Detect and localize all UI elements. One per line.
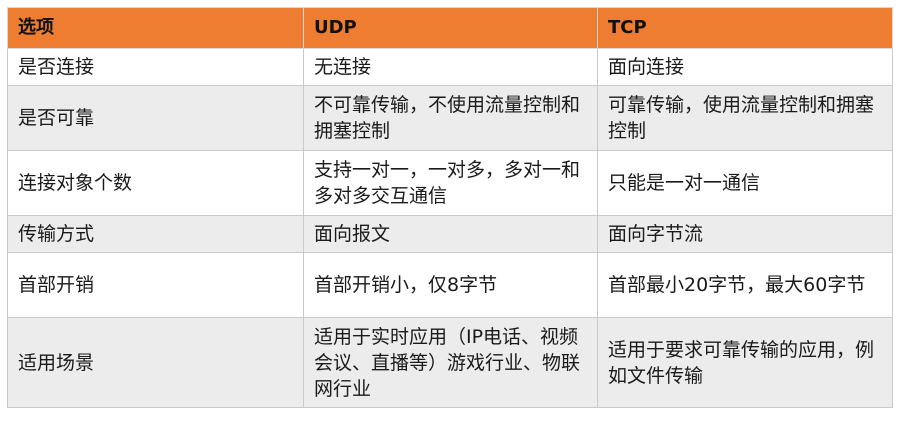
udp-cell: 支持一对一，一对多，多对一和多对多交互通信 bbox=[303, 150, 598, 216]
tcp-cell: 只能是一对一通信 bbox=[597, 150, 893, 216]
table-row: 连接对象个数 支持一对一，一对多，多对一和多对多交互通信 只能是一对一通信 bbox=[7, 150, 893, 216]
udp-cell: 适用于实时应用（IP电话、视频会议、直播等）游戏行业、物联网行业 bbox=[303, 317, 598, 408]
table-row: 是否连接 无连接 面向连接 bbox=[7, 48, 893, 86]
row-label-cell: 是否可靠 bbox=[7, 85, 304, 151]
tcp-cell: 可靠传输，使用流量控制和拥塞控制 bbox=[597, 85, 893, 151]
row-label-cell: 首部开销 bbox=[7, 252, 304, 318]
tcp-cell: 首部最小20字节，最大60字节 bbox=[597, 252, 893, 318]
table-row: 是否可靠 不可靠传输，不使用流量控制和拥塞控制 可靠传输，使用流量控制和拥塞控制 bbox=[7, 85, 893, 151]
row-label-cell: 是否连接 bbox=[7, 48, 304, 86]
header-cell-option: 选项 bbox=[7, 7, 304, 49]
row-label-cell: 连接对象个数 bbox=[7, 150, 304, 216]
header-cell-tcp: TCP bbox=[597, 7, 893, 49]
header-row: 选项 UDP TCP bbox=[7, 7, 893, 49]
tcp-cell: 适用于要求可靠传输的应用，例如文件传输 bbox=[597, 317, 893, 408]
comparison-table: 选项 UDP TCP 是否连接 无连接 面向连接 是否可靠 不可靠传输，不使用流… bbox=[7, 7, 893, 408]
row-label-cell: 适用场景 bbox=[7, 317, 304, 408]
tcp-cell: 面向字节流 bbox=[597, 215, 893, 253]
udp-cell: 首部开销小，仅8字节 bbox=[303, 252, 598, 318]
table-row: 适用场景 适用于实时应用（IP电话、视频会议、直播等）游戏行业、物联网行业 适用… bbox=[7, 317, 893, 408]
udp-cell: 无连接 bbox=[303, 48, 598, 86]
header-cell-udp: UDP bbox=[303, 7, 598, 49]
udp-cell: 面向报文 bbox=[303, 215, 598, 253]
udp-cell: 不可靠传输，不使用流量控制和拥塞控制 bbox=[303, 85, 598, 151]
tcp-cell: 面向连接 bbox=[597, 48, 893, 86]
table-row: 首部开销 首部开销小，仅8字节 首部最小20字节，最大60字节 bbox=[7, 252, 893, 318]
table-row: 传输方式 面向报文 面向字节流 bbox=[7, 215, 893, 253]
row-label-cell: 传输方式 bbox=[7, 215, 304, 253]
